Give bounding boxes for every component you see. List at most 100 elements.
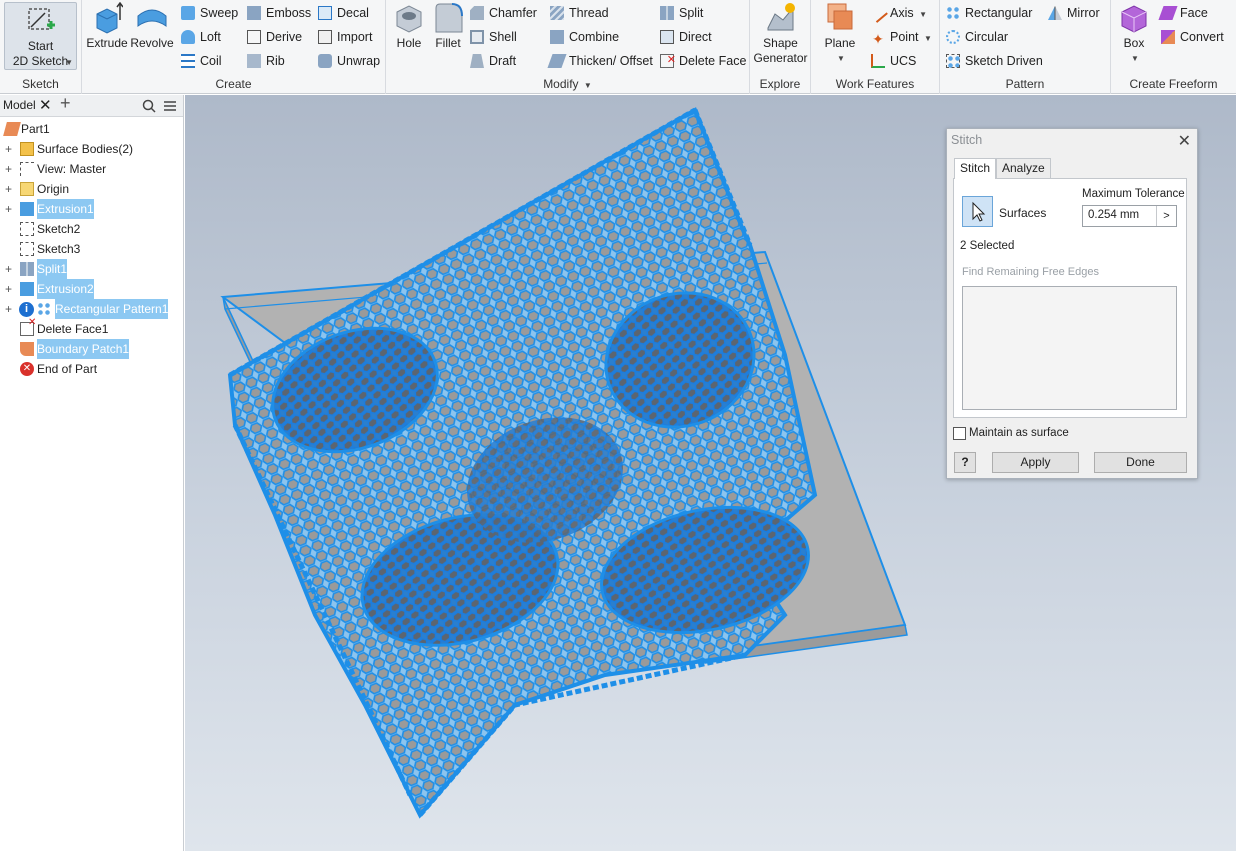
expand-icon[interactable]: + — [5, 259, 14, 279]
menu-icon[interactable] — [163, 99, 177, 113]
sketch-icon — [20, 242, 34, 256]
ucs-button[interactable]: UCS — [871, 51, 916, 71]
axis-button[interactable]: Axis ▼ — [868, 3, 927, 23]
fillet-button[interactable]: Fillet — [429, 2, 467, 51]
coil-label: Coil — [200, 54, 222, 68]
start-2d-sketch-button[interactable]: Start 2D Sketch ▼ — [4, 2, 77, 70]
part-icon — [3, 122, 21, 136]
tree-item-label: Sketch2 — [37, 222, 81, 236]
explore-panel: Shape Generator Explore — [750, 0, 811, 94]
surface-bodies-icon — [20, 142, 34, 156]
draft-label: Draft — [489, 54, 517, 68]
axis-icon — [868, 3, 888, 23]
hole-icon — [396, 5, 422, 33]
face-icon — [1158, 6, 1178, 20]
sketch-panel-label: Sketch — [22, 77, 59, 91]
rectangular-pattern-button[interactable]: Rectangular — [946, 3, 1032, 23]
rectangular-pattern-icon — [946, 6, 960, 20]
modify-panel-label[interactable]: Modify ▼ — [386, 77, 749, 91]
extrude-icon — [96, 2, 123, 34]
combine-label: Combine — [569, 30, 620, 44]
ucs-icon — [871, 54, 885, 68]
sweep-label: Sweep — [200, 6, 239, 20]
import-icon — [318, 30, 332, 44]
rectangular-label: Rectangular — [965, 6, 1033, 20]
chevron-down-icon: ▼ — [583, 81, 592, 90]
thicken-offset-button[interactable]: Thicken/ Offset — [547, 51, 653, 71]
tree-item-label: Delete Face1 — [37, 322, 109, 336]
stitch-dialog[interactable]: Stitch ✕ Stitch Analyze Surfaces Maximum… — [946, 128, 1198, 479]
unwrap-button[interactable]: Unwrap — [318, 51, 380, 71]
tree-item-label: Rectangular Pattern1 — [55, 299, 169, 319]
extrude-label: Extrude — [86, 36, 128, 50]
freeform-face-button[interactable]: Face — [1158, 3, 1208, 23]
derive-button[interactable]: Derive — [247, 27, 302, 47]
emboss-button[interactable]: Emboss — [247, 3, 311, 23]
emboss-icon — [247, 6, 261, 20]
draft-button[interactable]: Draft — [470, 51, 516, 71]
split-button[interactable]: Split — [660, 3, 703, 23]
start-label: Start — [27, 39, 54, 53]
chevron-right-icon[interactable]: > — [1156, 206, 1176, 226]
apply-button[interactable]: Apply — [992, 452, 1079, 473]
thread-button[interactable]: Thread — [550, 3, 609, 23]
circular-pattern-button[interactable]: Circular — [946, 27, 1008, 47]
expand-icon[interactable]: + — [5, 299, 14, 319]
tab-analyze[interactable]: Analyze — [996, 158, 1051, 178]
add-tab-icon[interactable]: + — [60, 93, 71, 114]
point-button[interactable]: ✦ Point ▼ — [871, 27, 932, 47]
plane-button[interactable]: Plane ▼ — [817, 2, 863, 66]
close-icon[interactable]: ✕ — [39, 96, 52, 114]
emboss-label: Emboss — [266, 6, 312, 20]
expand-icon[interactable]: + — [5, 159, 14, 179]
direct-button[interactable]: Direct — [660, 27, 712, 47]
expand-icon[interactable]: + — [5, 179, 14, 199]
chamfer-button[interactable]: Chamfer — [470, 3, 537, 23]
sketch-driven-pattern-button[interactable]: Sketch Driven — [946, 51, 1043, 71]
search-icon[interactable] — [142, 99, 156, 113]
done-button[interactable]: Done — [1094, 452, 1187, 473]
freeform-box-button[interactable]: Box ▼ — [1115, 2, 1153, 66]
sweep-button[interactable]: Sweep — [181, 3, 238, 23]
face-label: Face — [1180, 6, 1208, 20]
mirror-label: Mirror — [1067, 6, 1100, 20]
delete-face-button[interactable]: ✕ Delete Face — [660, 51, 746, 71]
sketch-icon — [20, 222, 34, 236]
combine-button[interactable]: Combine — [550, 27, 619, 47]
rib-button[interactable]: Rib — [247, 51, 285, 71]
unwrap-icon — [318, 54, 332, 68]
shell-button[interactable]: Shell — [470, 27, 517, 47]
revolve-button[interactable]: Revolve — [130, 2, 174, 51]
point-label: Point — [890, 30, 919, 44]
free-edges-list[interactable] — [962, 286, 1177, 410]
chevron-down-icon: ▼ — [1131, 54, 1139, 63]
model-browser: Model ✕ + Part1 + Surface Bodies(2) + Vi… — [0, 93, 184, 851]
surfaces-select-button[interactable] — [962, 196, 993, 227]
coil-button[interactable]: Coil — [181, 51, 222, 71]
loft-button[interactable]: Loft — [181, 27, 221, 47]
find-free-edges-label: Find Remaining Free Edges — [962, 266, 1099, 278]
freeform-box-icon — [1121, 5, 1147, 33]
expand-icon[interactable]: + — [5, 279, 14, 299]
coil-icon — [181, 54, 195, 68]
extrude-button[interactable]: Extrude — [85, 2, 129, 51]
decal-button[interactable]: Decal — [318, 3, 369, 23]
max-tolerance-input[interactable]: 0.254 mm > — [1082, 205, 1177, 227]
split-icon — [20, 262, 34, 276]
shape-generator-button[interactable]: Shape Generator — [752, 2, 809, 66]
freeform-convert-button[interactable]: Convert — [1161, 27, 1224, 47]
import-button[interactable]: Import — [318, 27, 372, 47]
expand-icon[interactable]: + — [5, 199, 14, 219]
tab-stitch[interactable]: Stitch — [954, 158, 997, 179]
close-icon[interactable]: ✕ — [1178, 131, 1191, 151]
work-features-panel: Plane ▼ Axis ▼ ✦ Point ▼ UCS Work Feature… — [811, 0, 940, 94]
tree-item-label: Origin — [37, 182, 70, 196]
model-tab[interactable]: Model — [3, 98, 36, 112]
mirror-button[interactable]: Mirror — [1048, 3, 1100, 23]
maintain-surface-checkbox[interactable] — [953, 427, 966, 440]
hole-button[interactable]: Hole — [390, 2, 428, 51]
help-button[interactable]: ? — [954, 452, 976, 473]
tree-item-label: Extrusion1 — [37, 199, 94, 219]
expand-icon[interactable]: + — [5, 139, 14, 159]
thread-label: Thread — [569, 6, 609, 20]
